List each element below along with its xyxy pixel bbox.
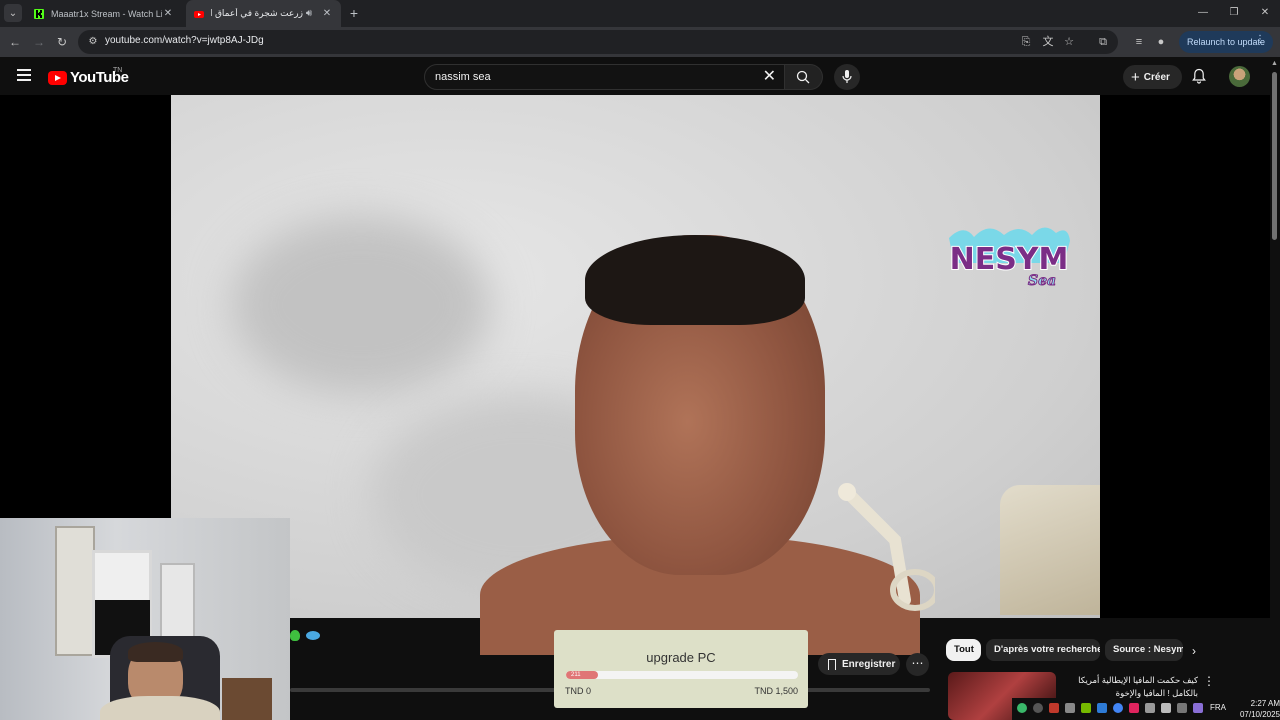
- tab-kick-stream[interactable]: Maaatr1x Stream - Watch Live o ✕: [26, 0, 182, 27]
- clock-time: 2:27 AM: [1250, 699, 1280, 708]
- title-emoji-row: [290, 628, 320, 642]
- tray-nvidia-icon[interactable]: [1081, 703, 1091, 713]
- search-button[interactable]: [785, 64, 823, 90]
- translate-icon[interactable]: 文: [1039, 33, 1057, 51]
- tray-pen-icon[interactable]: [1193, 703, 1203, 713]
- tray-app-icon[interactable]: [1033, 703, 1043, 713]
- save-label: Enregistrer: [842, 658, 896, 670]
- tab-title: زرعت شجرة في أعماق البحر: [211, 8, 303, 18]
- sky-cloud: [231, 215, 491, 395]
- scrollbar-thumb[interactable]: [1272, 72, 1277, 240]
- back-arrow-icon[interactable]: ←: [6, 33, 24, 51]
- skeleton-prop: [838, 483, 935, 611]
- fish-emoji-icon: [306, 630, 320, 640]
- notifications-bell-icon[interactable]: [1192, 68, 1206, 84]
- chip-all[interactable]: Tout: [946, 639, 981, 661]
- logo-text: NESYM: [950, 242, 1069, 277]
- youtube-favicon-icon: [194, 10, 204, 18]
- bookmark-icon: [828, 658, 836, 670]
- reload-icon[interactable]: ↻: [53, 33, 71, 51]
- bookmark-star-icon[interactable]: ☆: [1060, 33, 1078, 51]
- goal-min-label: TND 0: [565, 686, 592, 696]
- youtube-header: YouTube TN nassim sea ✕ + Créer: [0, 57, 1280, 95]
- save-button[interactable]: Enregistrer: [818, 653, 900, 675]
- tray-app-icon[interactable]: [1017, 703, 1027, 713]
- chips-next-arrow-icon[interactable]: ›: [1192, 644, 1196, 658]
- snorkel-mask-prop: [1000, 485, 1100, 615]
- input-language[interactable]: FRA: [1210, 703, 1226, 712]
- microphone-icon: [842, 70, 852, 83]
- tree-emoji-icon: [290, 629, 300, 641]
- goal-current-value: 211: [571, 672, 581, 678]
- chrome-menu-icon[interactable]: ⋮: [1255, 34, 1265, 45]
- system-tray: FRA 2:27 AM 07/10/2025: [1012, 698, 1280, 720]
- create-button[interactable]: + Créer: [1123, 65, 1182, 89]
- clear-search-icon[interactable]: ✕: [763, 68, 776, 86]
- voice-search-button[interactable]: [834, 64, 860, 90]
- install-app-icon[interactable]: ⎘: [1017, 33, 1035, 51]
- search-input[interactable]: nassim sea ✕: [424, 64, 785, 90]
- create-label: Créer: [1143, 71, 1170, 83]
- tray-mic-icon[interactable]: [1049, 703, 1059, 713]
- chip-based-on-search[interactable]: D'après votre recherche: [986, 639, 1100, 661]
- nesym-sea-logo: NESYM Sea: [949, 227, 1070, 290]
- account-avatar[interactable]: [1229, 66, 1250, 87]
- tray-volume-icon[interactable]: [1065, 703, 1075, 713]
- youtube-play-logo-icon: [48, 70, 67, 85]
- country-code: TN: [113, 67, 123, 74]
- tab-close-icon[interactable]: ✕: [162, 8, 174, 19]
- tray-app-icon[interactable]: [1145, 703, 1155, 713]
- new-tab-button[interactable]: +: [346, 5, 362, 21]
- tab-search-button[interactable]: ⌄: [4, 4, 22, 22]
- tray-app-icon[interactable]: [1129, 703, 1139, 713]
- donation-goal-widget: upgrade PC 211 TND 0 TND 1,500: [554, 630, 808, 708]
- clock[interactable]: 2:27 AM 07/10/2025: [1230, 698, 1280, 720]
- restore-window-icon[interactable]: ❐: [1224, 5, 1244, 21]
- page-scrollbar[interactable]: [1270, 64, 1278, 244]
- goal-max-label: TND 1,500: [754, 686, 798, 696]
- webcam-cabinet: [222, 678, 272, 720]
- goal-title: upgrade PC: [646, 650, 716, 665]
- tab-close-icon[interactable]: ✕: [321, 8, 333, 19]
- related-video-title[interactable]: كيف حكمت المافيا الإيطالية أمريكا بالكام…: [1062, 674, 1198, 700]
- profile-avatar-icon[interactable]: ●: [1152, 33, 1170, 51]
- address-url[interactable]: youtube.com/watch?v=jwtp8AJ-JDg: [105, 35, 264, 46]
- tray-chrome-icon[interactable]: [1113, 703, 1123, 713]
- forward-arrow-icon[interactable]: →: [30, 33, 48, 51]
- audio-playing-icon[interactable]: 🔊︎: [303, 8, 315, 19]
- media-controls-icon[interactable]: ≡: [1130, 33, 1148, 51]
- relaunch-to-update-button[interactable]: Relaunch to update ⋮: [1179, 31, 1273, 53]
- streamer-hair: [128, 642, 183, 662]
- streamer-body: [100, 696, 220, 720]
- more-actions-button[interactable]: ⋯: [906, 653, 929, 676]
- goal-progress-bar: [566, 671, 798, 679]
- browser-tabstrip: ⌄ Maaatr1x Stream - Watch Live o ✕ زرعت …: [0, 0, 1280, 27]
- logo-subtext: Sea: [1028, 273, 1056, 289]
- minimize-window-icon[interactable]: —: [1193, 5, 1213, 21]
- site-info-icon[interactable]: ⚙: [86, 35, 100, 49]
- close-window-icon[interactable]: ✕: [1255, 5, 1275, 21]
- screen: ⌄ Maaatr1x Stream - Watch Live o ✕ زرعت …: [0, 0, 1280, 720]
- search-query[interactable]: nassim sea: [435, 71, 491, 83]
- streamer-webcam: [0, 518, 290, 720]
- tab-youtube-video[interactable]: زرعت شجرة في أعماق البحر 🔊︎ ✕: [186, 0, 341, 27]
- kick-favicon-icon: [34, 8, 44, 19]
- search-icon: [796, 70, 810, 84]
- tray-mic-input-icon[interactable]: [1161, 703, 1171, 713]
- clock-date: 07/10/2025: [1239, 710, 1280, 719]
- tray-network-icon[interactable]: [1177, 703, 1187, 713]
- browser-toolbar: ← → ↻ ⚙ youtube.com/watch?v=jwtp8AJ-JDg …: [0, 27, 1280, 57]
- guide-menu-icon[interactable]: [17, 69, 31, 81]
- related-video-menu-icon[interactable]: ⋮: [1203, 674, 1215, 688]
- plus-icon: +: [1131, 68, 1140, 86]
- tab-title: Maaatr1x Stream - Watch Live o: [51, 8, 162, 19]
- extensions-icon[interactable]: ⧉: [1094, 33, 1112, 51]
- tray-app-icon[interactable]: [1097, 703, 1107, 713]
- chip-source-channel[interactable]: Source : Nesym Sea: [1105, 639, 1183, 661]
- relaunch-label: Relaunch to update: [1187, 37, 1266, 47]
- webcam-door: [55, 526, 95, 656]
- person-hair: [585, 235, 805, 325]
- address-bar[interactable]: ⚙ youtube.com/watch?v=jwtp8AJ-JDg: [78, 30, 1118, 54]
